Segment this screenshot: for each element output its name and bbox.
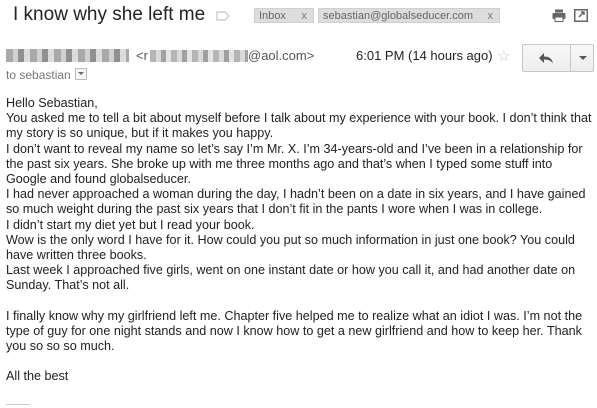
body-paragraph: Wow is the only word I have for it. How … <box>6 232 575 263</box>
sender-email-prefix: <r <box>136 48 148 63</box>
message-timestamp[interactable]: 6:01 PM (14 hours ago) <box>356 48 493 63</box>
body-paragraph: You asked me to tell a bit about myself … <box>6 111 592 141</box>
star-icon[interactable]: ☆ <box>497 47 510 65</box>
more-actions-button[interactable] <box>570 45 594 71</box>
open-in-new-window-icon[interactable] <box>574 9 588 22</box>
label-chip-inbox[interactable]: Inbox x <box>254 8 314 23</box>
sender-email-domain: @aol.com> <box>248 48 315 63</box>
divider <box>6 404 30 405</box>
reply-button[interactable] <box>523 45 569 71</box>
body-paragraph: Last week I approached five girls, went … <box>6 263 576 293</box>
recipient-text: to sebastian <box>6 68 71 82</box>
subject-bar: I know why she left me Inbox x sebastian… <box>0 0 597 34</box>
body-paragraph: I finally know why my girlfriend left me… <box>6 308 583 354</box>
label-chip-text: Inbox <box>259 10 286 22</box>
message-body: Hello Sebastian, You asked me to tell a … <box>6 96 592 384</box>
email-subject: I know why she left me <box>13 4 206 25</box>
remove-label-icon[interactable]: x <box>302 9 308 24</box>
body-paragraph: I had never approached a woman during th… <box>6 187 586 217</box>
label-tag-icon[interactable] <box>216 11 230 21</box>
show-details-dropdown-icon[interactable] <box>74 68 87 80</box>
chevron-down-icon <box>579 56 587 60</box>
sender-email-redacted <box>150 50 248 62</box>
reply-icon <box>539 53 553 64</box>
print-icon[interactable] <box>552 9 566 22</box>
body-signoff: All the best <box>6 369 69 384</box>
body-paragraph: Hello Sebastian, <box>6 96 98 110</box>
recipient-line: to sebastian <box>6 68 87 82</box>
label-chip-text: sebastian@globalseducer.com <box>323 10 473 22</box>
label-chip-address[interactable]: sebastian@globalseducer.com x <box>318 8 500 23</box>
reply-button-group <box>522 44 594 72</box>
body-paragraph: I don’t want to reveal my name so let’s … <box>6 141 583 187</box>
sender-row: <r @aol.com> 6:01 PM (14 hours ago) ☆ <box>0 44 597 72</box>
sender-name-redacted[interactable] <box>6 49 129 62</box>
remove-label-icon[interactable]: x <box>488 9 494 24</box>
body-paragraph: I didn’t start my diet yet but I read yo… <box>6 217 255 232</box>
